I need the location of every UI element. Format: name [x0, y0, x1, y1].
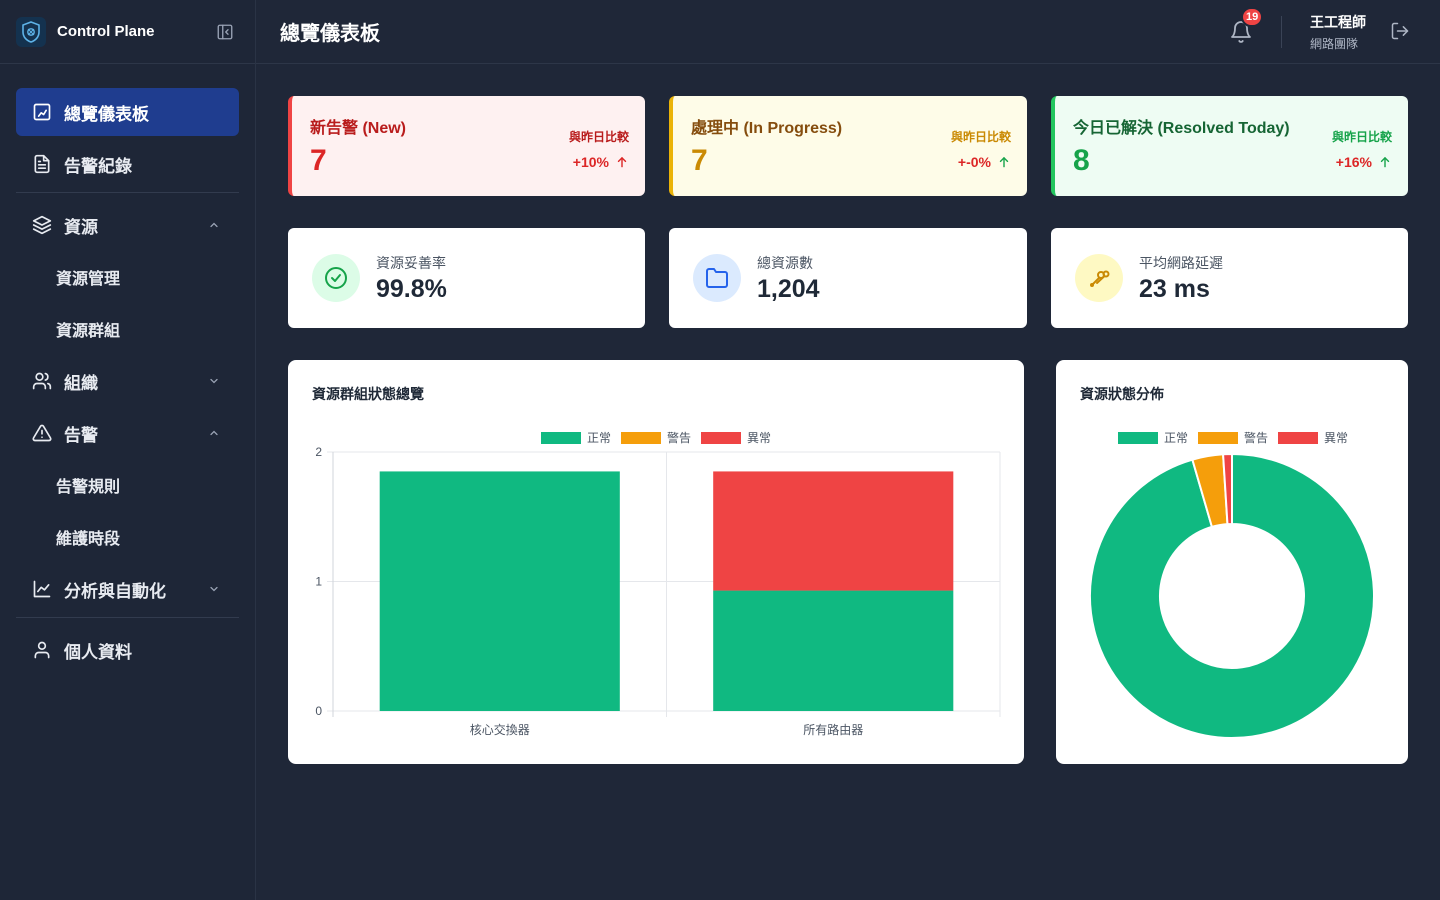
arrow-up-icon: [617, 156, 627, 168]
notification-badge: 19: [1241, 6, 1264, 27]
network-latency-icon: [1075, 254, 1123, 302]
y-tick-label: 2: [315, 445, 322, 459]
page-title: 總覽儀表板: [280, 23, 380, 45]
sidebar: Control Plane 總覽儀表板 告警紀錄 資源 資源管理 資源群組 組織…: [0, 0, 256, 900]
metric-card-total-resources: 總資源數 1,204: [669, 228, 1027, 328]
sidebar-nav: 總覽儀表板 告警紀錄 資源 資源管理 資源群組 組織 告警 告警規則 維護時段 …: [0, 64, 255, 674]
stat-card-new: 新告警 (New) 7 與昨日比較 +10%: [288, 96, 645, 196]
warning-triangle-icon: [32, 423, 52, 443]
logout-icon: [1391, 22, 1409, 39]
user-name: 王工程師: [1310, 13, 1366, 30]
metric-value: 99.8%: [376, 274, 447, 303]
user-icon: [32, 640, 52, 660]
header-divider: [1281, 15, 1282, 48]
sidebar-item-alerts[interactable]: 告警: [16, 409, 239, 457]
y-tick-label: 1: [315, 575, 322, 589]
donut-chart: [1089, 452, 1375, 739]
app-title: Control Plane: [57, 23, 155, 40]
dashboard-icon: [32, 102, 52, 122]
metric-label: 平均網路延遲: [1139, 254, 1223, 271]
sidebar-item-label: 告警: [64, 425, 98, 445]
user-info: 王工程師 網路團隊: [1310, 12, 1366, 52]
topbar: 總覽儀表板 19 王工程師 網路團隊: [256, 0, 1440, 64]
notification-button[interactable]: 19: [1229, 6, 1264, 44]
x-tick-label: 所有路由器: [803, 722, 863, 737]
chevron-up-icon: [207, 426, 221, 440]
resource-status-distribution-panel: 資源狀態分佈 正常 警告 異常: [1056, 360, 1408, 764]
stat-card-in-progress: 處理中 (In Progress) 7 與昨日比較 +-0%: [669, 96, 1027, 196]
sidebar-item-resource-groups[interactable]: 資源群組: [16, 305, 239, 353]
y-tick-label: 0: [315, 704, 322, 718]
sidebar-item-label: 組織: [64, 373, 98, 393]
metric-value: 1,204: [757, 274, 820, 303]
sidebar-item-alert-rules[interactable]: 告警規則: [16, 461, 239, 509]
bar-segment[interactable]: [379, 471, 620, 711]
logout-button[interactable]: [1390, 21, 1412, 43]
sidebar-item-label: 告警紀錄: [64, 156, 132, 176]
folder-icon: [693, 254, 741, 302]
chevron-down-icon: [207, 374, 221, 388]
resource-group-status-panel: 資源群組狀態總覽 正常 警告 異常 0 1 2 核心交換器 所有路由器: [288, 360, 1024, 764]
compare-label: 與昨日比較: [950, 130, 1011, 144]
stacked-bar-chart: 0 1 2 核心交換器 所有路由器: [315, 445, 1001, 737]
sidebar-divider: [16, 617, 239, 618]
sidebar-item-resource-management[interactable]: 資源管理: [16, 253, 239, 301]
arrow-up-icon: [999, 156, 1009, 168]
bar-segment[interactable]: [713, 590, 954, 711]
compare-value: +16%: [1335, 154, 1372, 170]
sidebar-item-maintenance-windows[interactable]: 維護時段: [16, 513, 239, 561]
x-tick-label: 核心交換器: [470, 722, 530, 737]
sidebar-item-label: 個人資料: [64, 642, 132, 662]
sidebar-item-profile[interactable]: 個人資料: [16, 626, 239, 674]
compare-value: +-0%: [957, 154, 991, 170]
metric-label: 資源妥善率: [376, 254, 446, 271]
sidebar-item-analytics-automation[interactable]: 分析與自動化: [16, 565, 239, 613]
compare-label: 與昨日比較: [1331, 130, 1392, 144]
sidebar-collapse-icon[interactable]: [215, 22, 235, 42]
layers-icon: [32, 215, 52, 235]
compare-label: 與昨日比較: [568, 130, 629, 144]
stat-compare: 與昨日比較 +16%: [1332, 128, 1392, 170]
control-plane-logo-icon: [16, 16, 46, 47]
users-icon: [32, 371, 52, 391]
brand: Control Plane: [0, 0, 255, 64]
sidebar-item-label: 資源: [64, 217, 98, 237]
metric-card-availability: 資源妥善率 99.8%: [288, 228, 645, 328]
compare-value: +10%: [572, 154, 609, 170]
sidebar-item-alert-records[interactable]: 告警紀錄: [16, 140, 239, 188]
stat-card-resolved: 今日已解決 (Resolved Today) 8 與昨日比較 +16%: [1051, 96, 1408, 196]
stat-compare: 與昨日比較 +10%: [569, 128, 629, 170]
user-team: 網路團隊: [1310, 36, 1359, 51]
bar-segment[interactable]: [713, 471, 954, 591]
sidebar-divider: [16, 192, 239, 193]
stat-compare: 與昨日比較 +-0%: [951, 128, 1011, 170]
document-icon: [32, 154, 52, 174]
chevron-up-icon: [207, 218, 221, 232]
arrow-up-icon: [1380, 156, 1390, 168]
line-chart-icon: [32, 579, 52, 599]
sidebar-item-resources[interactable]: 資源: [16, 201, 239, 249]
metric-card-latency: 平均網路延遲 23 ms: [1051, 228, 1408, 328]
chevron-down-icon: [207, 582, 221, 596]
sidebar-item-organization[interactable]: 組織: [16, 357, 239, 405]
metric-label: 總資源數: [757, 254, 813, 271]
sidebar-item-dashboard[interactable]: 總覽儀表板: [16, 88, 239, 136]
sidebar-item-label: 總覽儀表板: [64, 104, 149, 124]
sidebar-item-label: 分析與自動化: [64, 581, 166, 601]
metric-value: 23 ms: [1139, 274, 1210, 303]
check-circle-icon: [312, 254, 360, 302]
